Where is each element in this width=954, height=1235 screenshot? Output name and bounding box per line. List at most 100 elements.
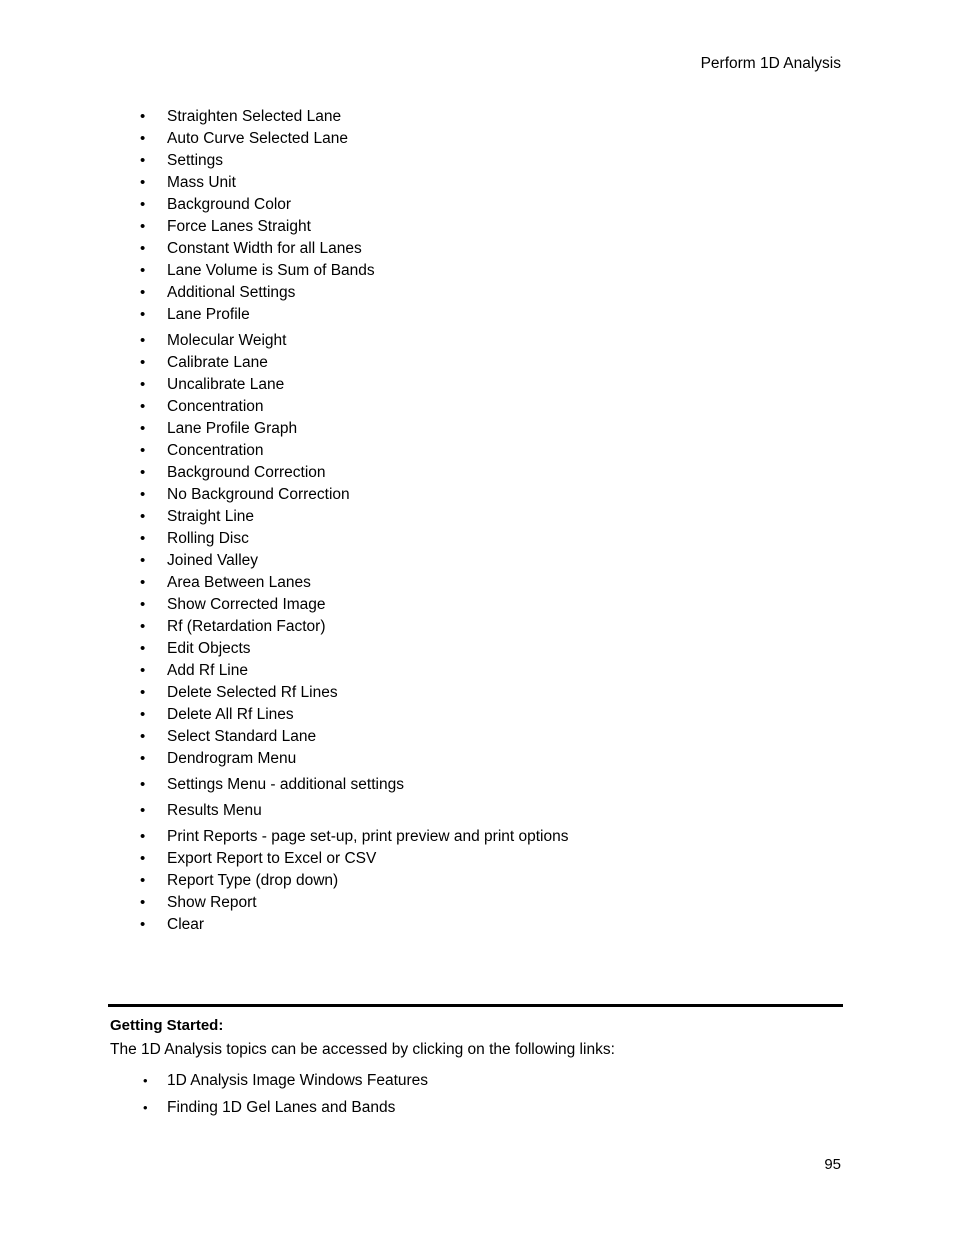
list-item-label: Straighten Selected Lane	[167, 108, 342, 125]
list-item-label: Molecular Weight	[167, 332, 287, 349]
bullet-icon: •	[140, 152, 146, 169]
list-item-label: Edit Objects	[167, 640, 251, 657]
list-item: • Additional Settings	[0, 282, 954, 304]
bullet-icon: •	[140, 684, 146, 701]
list-item: • Show Corrected Image	[0, 594, 954, 616]
list-item-label: Report Type (drop down)	[167, 872, 339, 889]
list-item-label: Dendrogram Menu	[167, 750, 297, 767]
list-item: • Export Report to Excel or CSV	[0, 848, 954, 870]
list-item: • Mass Unit	[0, 172, 954, 194]
bullet-icon: •	[140, 174, 146, 191]
getting-started-section: Getting Started: The 1D Analysis topics …	[110, 1015, 870, 1121]
bullet-icon: •	[140, 530, 146, 547]
bullet-icon: •	[140, 802, 146, 819]
list-item-label: Add Rf Line	[167, 662, 248, 679]
bullet-icon: •	[140, 574, 146, 591]
list-item-label: Rf (Retardation Factor)	[167, 618, 326, 635]
getting-started-intro-text: The 1D Analysis topics can be accessed b…	[110, 1041, 615, 1058]
list-item: • Lane Profile	[0, 304, 954, 326]
list-item-label: Background Correction	[167, 464, 326, 481]
list-item-label: Show Corrected Image	[167, 596, 326, 613]
list-item[interactable]: • Finding 1D Gel Lanes and Bands	[110, 1094, 870, 1121]
list-item-label: Select Standard Lane	[167, 728, 317, 745]
list-item: • Joined Valley	[0, 550, 954, 572]
list-item-label: Rolling Disc	[167, 530, 249, 547]
bullet-icon: •	[140, 552, 146, 569]
list-item-label: Show Report	[167, 894, 257, 911]
bullet-icon: •	[140, 130, 146, 147]
list-item-label: Concentration	[167, 398, 264, 415]
bullet-icon: •	[140, 508, 146, 525]
bullet-icon: •	[140, 442, 146, 459]
bullet-icon: •	[140, 354, 146, 371]
bullet-icon: •	[140, 332, 146, 349]
list-item: • Straighten Selected Lane	[0, 106, 954, 128]
getting-started-link-label[interactable]: 1D Analysis Image Windows Features	[167, 1067, 428, 1094]
list-item: • Clear	[0, 914, 954, 936]
list-item: • Concentration	[0, 396, 954, 418]
bullet-icon: •	[140, 240, 146, 257]
bullet-icon: •	[140, 376, 146, 393]
list-item-label: Delete Selected Rf Lines	[167, 684, 338, 701]
list-item: • Force Lanes Straight	[0, 216, 954, 238]
list-item-label: Constant Width for all Lanes	[167, 240, 362, 257]
bullet-icon: •	[140, 916, 146, 933]
list-item: • Delete Selected Rf Lines	[0, 682, 954, 704]
list-item: • Rf (Retardation Factor)	[0, 616, 954, 638]
list-item: • Straight Line	[0, 506, 954, 528]
list-item: • Print Reports - page set-up, print prev…	[0, 826, 954, 848]
list-item: • Delete All Rf Lines	[0, 704, 954, 726]
list-item: • Background Color	[0, 194, 954, 216]
bullet-icon: •	[140, 486, 146, 503]
list-item-label: Lane Profile Graph	[167, 420, 298, 437]
list-item-label: Settings Menu - additional settings	[167, 776, 404, 793]
bullet-icon: •	[140, 894, 146, 911]
list-item[interactable]: • 1D Analysis Image Windows Features	[110, 1067, 870, 1094]
list-item: • Area Between Lanes	[0, 572, 954, 594]
bullet-icon: •	[140, 398, 146, 415]
list-item-label: Clear	[167, 916, 205, 933]
getting-started-heading: Getting Started:	[110, 1017, 224, 1034]
bullet-icon: •	[140, 196, 146, 213]
bullet-icon: •	[140, 596, 146, 613]
list-item-label: Joined Valley	[167, 552, 259, 569]
list-item: • Lane Profile Graph	[0, 418, 954, 440]
list-item-label: Auto Curve Selected Lane	[167, 130, 348, 147]
list-item: • No Background Correction	[0, 484, 954, 506]
bullet-icon: •	[143, 1073, 148, 1088]
list-item: • Auto Curve Selected Lane	[0, 128, 954, 150]
list-item: • Settings	[0, 150, 954, 172]
bullet-icon: •	[140, 420, 146, 437]
list-item-label: Force Lanes Straight	[167, 218, 311, 235]
document-page: Perform 1D Analysis • Straighten Selected…	[0, 0, 954, 1235]
bullet-icon: •	[140, 728, 146, 745]
bullet-icon: •	[140, 618, 146, 635]
bullet-icon: •	[140, 776, 146, 793]
bullet-icon: •	[140, 750, 146, 767]
list-item: • Molecular Weight	[0, 330, 954, 352]
list-item: • Concentration	[0, 440, 954, 462]
bullet-icon: •	[140, 640, 146, 657]
page-number: 95	[824, 1156, 841, 1173]
running-header: Perform 1D Analysis	[700, 55, 841, 72]
list-item-label: Mass Unit	[167, 174, 236, 191]
bullet-icon: •	[140, 706, 146, 723]
bullet-icon: •	[140, 284, 146, 301]
bullet-icon: •	[140, 262, 146, 279]
list-item-label: Concentration	[167, 442, 264, 459]
list-item: • Results Menu	[0, 800, 954, 822]
list-item: • Background Correction	[0, 462, 954, 484]
list-item: • Edit Objects	[0, 638, 954, 660]
list-item: • Show Report	[0, 892, 954, 914]
list-item: • Select Standard Lane	[0, 726, 954, 748]
bullet-icon: •	[140, 872, 146, 889]
bullet-icon: •	[140, 662, 146, 679]
list-item-label: Lane Profile	[167, 306, 250, 323]
list-item: • Report Type (drop down)	[0, 870, 954, 892]
getting-started-link-label[interactable]: Finding 1D Gel Lanes and Bands	[167, 1094, 395, 1121]
bullet-icon: •	[143, 1100, 148, 1115]
bullet-icon: •	[140, 464, 146, 481]
list-item: • Add Rf Line	[0, 660, 954, 682]
list-item-label: Results Menu	[167, 802, 262, 819]
section-divider-rule	[108, 1004, 843, 1007]
